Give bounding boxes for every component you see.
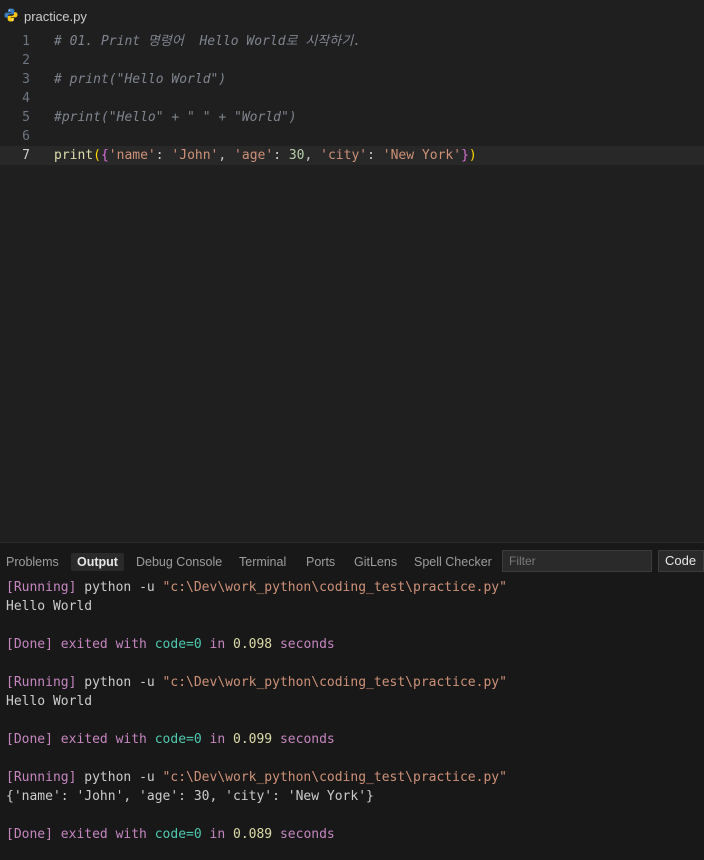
token-string: 'New York' [382,148,462,163]
line-number: 5 [22,110,30,125]
panel-tabs: Problems Output Debug Console Terminal P… [0,543,704,579]
output-line-blank [6,749,507,768]
filter-input[interactable]: Filter [502,550,652,572]
line-number: 2 [22,53,30,68]
token-string: 'age' [234,148,274,163]
file-name[interactable]: practice.py [24,9,87,24]
token-function: print [54,148,94,163]
output-line: [Done] exited with code=0 in 0.089 secon… [6,827,335,842]
tab-debug-console[interactable]: Debug Console [136,553,222,571]
code-line[interactable]: 2 [0,51,704,70]
tab-terminal[interactable]: Terminal [239,553,286,571]
output-line: [Running] python -u "c:\Dev\work_python\… [6,770,507,785]
output-line-blank [6,711,507,730]
token-brace: } [461,148,469,163]
code-line[interactable]: 4 [0,89,704,108]
output-line: [Done] exited with code=0 in 0.098 secon… [6,637,335,652]
line-number: 4 [22,91,30,106]
output-channel-select[interactable]: Code [658,550,704,572]
tab-gitlens[interactable]: GitLens [354,553,397,571]
token-string: 'city' [320,148,368,163]
code-line[interactable]: 6 [0,127,704,146]
token-string: 'John' [171,148,219,163]
output-line-blank [6,616,507,635]
output-line: [Running] python -u "c:\Dev\work_python\… [6,675,507,690]
code-editor[interactable]: 1 # 01. Print 명령어 Hello World로 시작하기. 2 3… [0,32,704,542]
line-number: 6 [22,129,30,144]
output-line: [Done] exited with code=0 in 0.099 secon… [6,732,335,747]
code-line[interactable]: 3 # print("Hello World") [0,70,704,89]
code-text: #print("Hello" + " " + "World") [54,110,297,125]
output-line: Hello World [6,599,93,614]
line-number: 7 [22,148,30,163]
code-line[interactable]: 1 # 01. Print 명령어 Hello World로 시작하기. [0,32,704,51]
token-string: 'name' [108,148,156,163]
line-number: 3 [22,72,30,87]
output-panel: Problems Output Debug Console Terminal P… [0,542,704,860]
token-number: 30 [288,148,305,163]
code-line-current[interactable]: 7 print({'name': 'John', 'age': 30, 'cit… [0,146,704,165]
output-line: {'name': 'John', 'age': 30, 'city': 'New… [6,789,374,804]
token-paren: ) [468,148,477,163]
tab-spell-checker[interactable]: Spell Checker [414,553,492,571]
tab-problems[interactable]: Problems [6,553,59,571]
editor-breadcrumb: practice.py [0,0,704,32]
output-line-blank [6,806,507,825]
code-text: # print("Hello World") [54,72,227,87]
code-text: print({'name': 'John', 'age': 30, 'city'… [54,148,477,163]
token-brace: { [100,148,109,163]
line-number: 1 [22,34,30,49]
output-line: Hello World [6,694,93,709]
output-line-blank [6,654,507,673]
tab-output[interactable]: Output [71,553,124,571]
token-paren: ( [93,148,101,163]
python-icon [4,8,18,22]
output-line: [Running] python -u "c:\Dev\work_python\… [6,580,507,595]
tab-ports[interactable]: Ports [306,553,335,571]
code-line[interactable]: 5 #print("Hello" + " " + "World") [0,108,704,127]
output-log[interactable]: [Running] python -u "c:\Dev\work_python\… [6,578,507,844]
code-text: # 01. Print 명령어 Hello World로 시작하기. [54,34,361,49]
